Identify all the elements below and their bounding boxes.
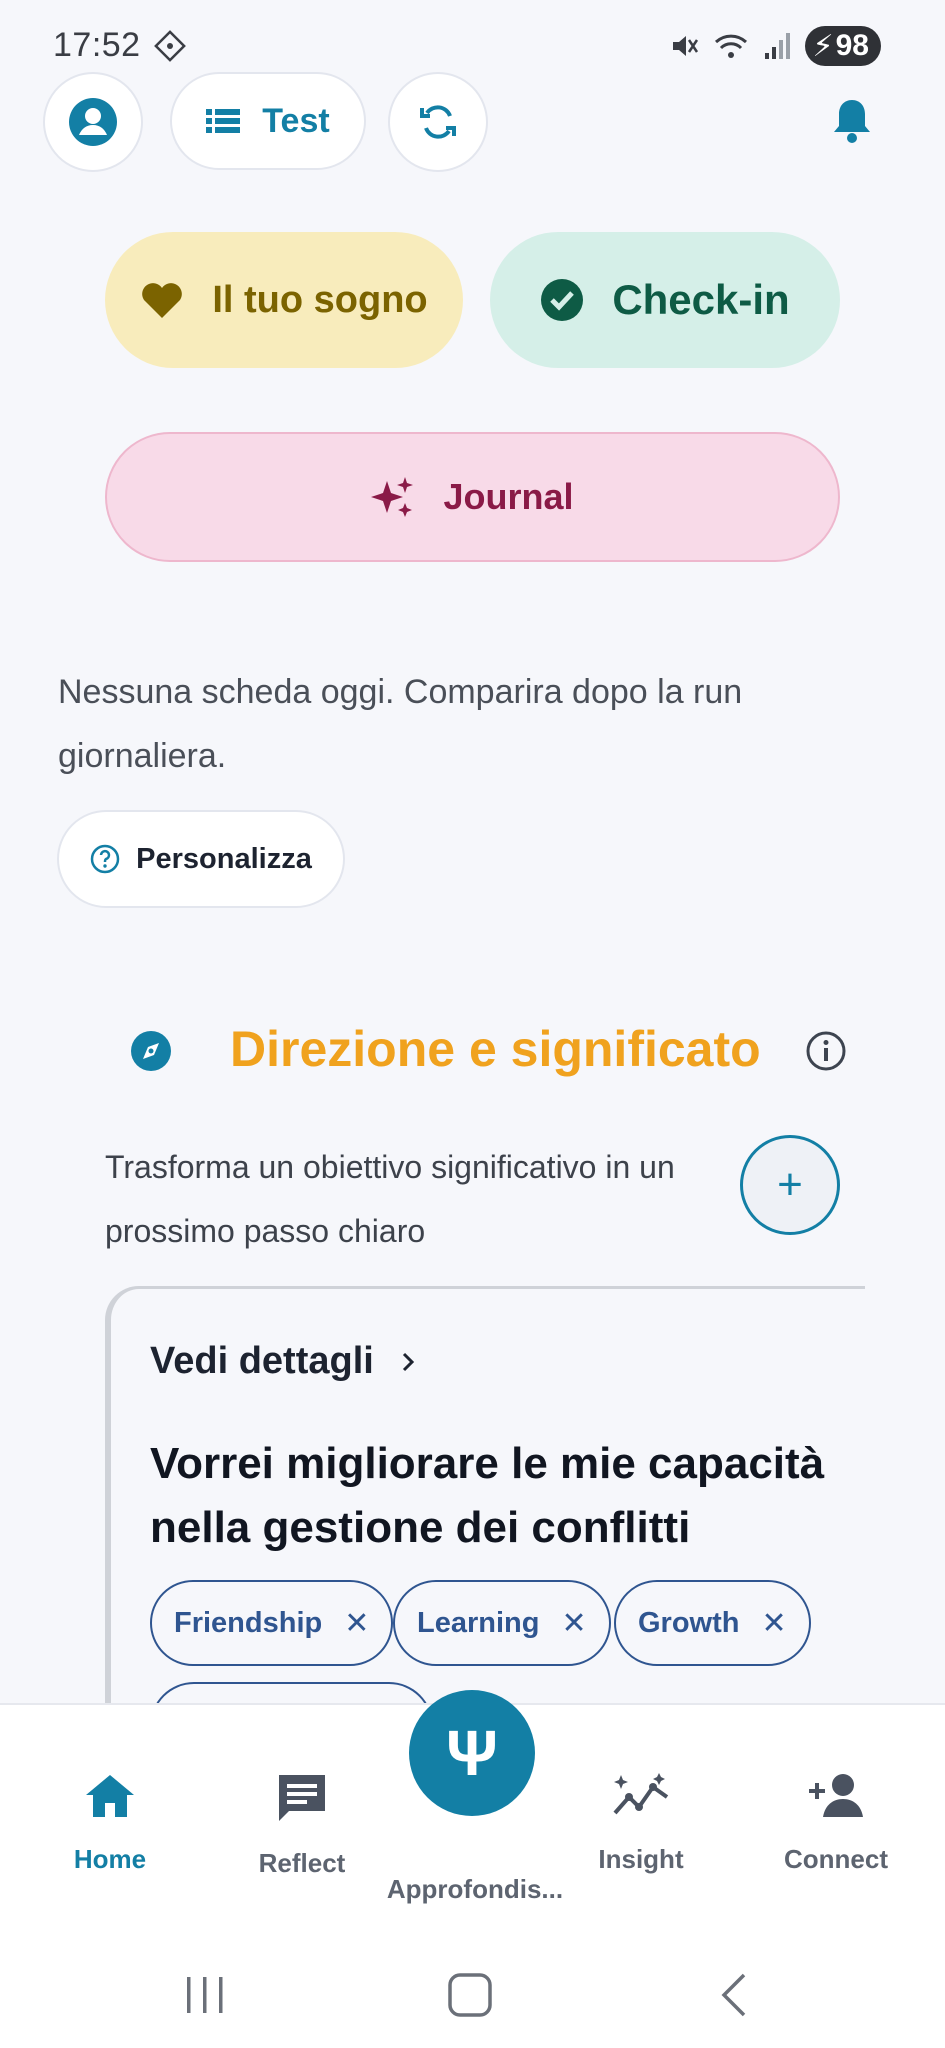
sparkle-icon (371, 477, 414, 517)
nav-insight[interactable]: Insight (561, 1771, 721, 1875)
test-button[interactable]: Test (170, 72, 366, 170)
charging-icon: ⚡ (812, 29, 834, 63)
sync-icon (420, 105, 456, 139)
comment-icon (279, 1775, 325, 1821)
nav-reflect[interactable]: Reflect (222, 1771, 382, 1879)
see-details-link[interactable]: Vedi dettagli (150, 1340, 416, 1383)
psi-icon: Ψ (446, 1717, 498, 1789)
nav-connect[interactable]: Connect (756, 1771, 916, 1875)
nav-approfondisci-label[interactable]: Approfondis... (380, 1874, 570, 1905)
sync-button[interactable] (388, 72, 488, 172)
tag-label: Growth (638, 1606, 740, 1639)
dream-button[interactable]: Il tuo sogno (105, 232, 463, 368)
check-circle-icon (541, 279, 584, 321)
bell-icon (834, 100, 870, 143)
profile-button[interactable] (43, 72, 143, 172)
journal-button[interactable]: Journal (105, 432, 840, 562)
list-icon (206, 109, 241, 133)
tag-label: Friendship (174, 1606, 323, 1639)
home-icon (86, 1775, 134, 1817)
add-goal-button[interactable]: + (740, 1135, 840, 1235)
personalize-label: Personalizza (136, 842, 312, 875)
close-icon[interactable]: ✕ (762, 1606, 787, 1641)
signal-icon (764, 33, 790, 59)
close-icon[interactable]: ✕ (561, 1606, 586, 1641)
nav-home[interactable]: Home (30, 1771, 190, 1875)
nav-home-label: Home (73, 1844, 147, 1874)
diamond-icon (154, 30, 186, 62)
tag-chip[interactable]: Learning ✕ (393, 1580, 611, 1666)
nav-approfondisci-fab[interactable]: Ψ (409, 1690, 535, 1816)
checkin-button[interactable]: Check-in (490, 232, 840, 368)
goal-text: Vorrei migliorare le mie capacità nella … (150, 1439, 825, 1552)
compass-icon (131, 1031, 171, 1071)
info-icon[interactable] (805, 1030, 847, 1072)
help-circle-icon (90, 844, 120, 874)
dream-label: Il tuo sogno (212, 278, 428, 321)
account-circle-icon (69, 98, 117, 146)
status-time: 17:52 (53, 26, 141, 64)
tag-chip[interactable]: Growth ✕ (614, 1580, 811, 1666)
see-details-label: Vedi dettagli (150, 1340, 374, 1382)
mute-icon (672, 36, 698, 56)
insight-chart-icon (613, 1773, 669, 1815)
section-title: Direzione e significato (230, 1021, 761, 1077)
recent-apps-icon[interactable] (183, 1973, 227, 2017)
nav-reflect-label: Reflect (258, 1848, 346, 1878)
add-person-icon (809, 1774, 863, 1817)
chevron-right-icon (402, 1352, 414, 1371)
close-icon[interactable]: ✕ (344, 1606, 369, 1641)
tag-label: Learning (417, 1606, 540, 1639)
back-icon[interactable] (718, 1971, 750, 2019)
battery-level: 98 (835, 29, 869, 62)
home-system-icon[interactable] (446, 1971, 494, 2019)
notifications-button[interactable] (830, 96, 874, 151)
journal-label: Journal (443, 476, 574, 517)
battery-indicator: ⚡ 98 (804, 26, 881, 66)
empty-state-message: Nessuna scheda oggi. Comparira dopo la r… (58, 673, 743, 775)
tag-chip[interactable]: Friendship ✕ (150, 1580, 394, 1666)
section-description: Trasforma un obiettivo significativo in … (105, 1149, 675, 1249)
wifi-icon (714, 34, 747, 58)
system-navigation-bar (0, 1943, 945, 2048)
plus-icon: + (777, 1160, 803, 1209)
checkin-label: Check-in (612, 276, 790, 323)
nav-connect-label: Connect (784, 1844, 888, 1874)
test-label: Test (262, 101, 330, 140)
nav-insight-label: Insight (598, 1844, 684, 1874)
status-icons: ⚡ 98 (669, 26, 881, 66)
heart-icon (142, 283, 183, 318)
personalize-button[interactable]: Personalizza (57, 810, 345, 908)
